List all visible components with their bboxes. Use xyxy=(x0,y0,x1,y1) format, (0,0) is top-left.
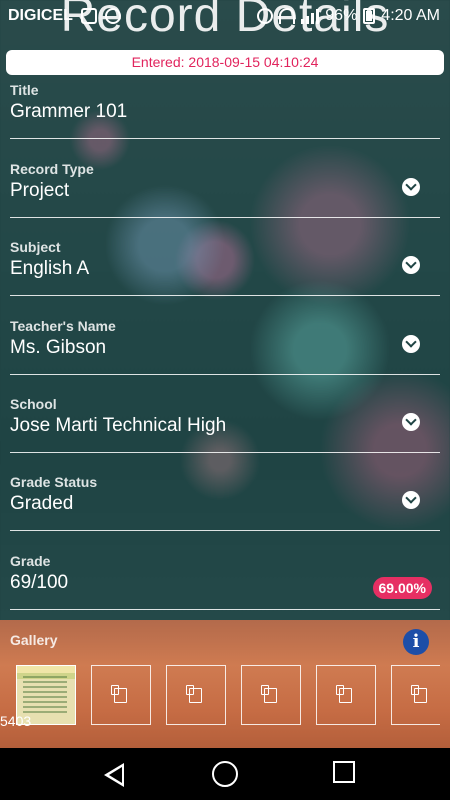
recent-apps-button[interactable] xyxy=(305,748,385,800)
gallery-add-attachment-slot[interactable] xyxy=(241,665,301,725)
title-field[interactable]: Title Grammer 101 xyxy=(10,82,440,139)
subject-dropdown[interactable]: Subject English A xyxy=(10,239,440,296)
gallery-label: Gallery xyxy=(10,632,58,648)
attachment-icon xyxy=(411,685,427,703)
chevron-down-icon[interactable] xyxy=(402,178,420,196)
attachment-icon xyxy=(261,685,277,703)
grade-percent-badge: 69.00% xyxy=(372,577,432,599)
chevron-down-icon[interactable] xyxy=(402,256,420,274)
entered-timestamp: Entered: 2018-09-15 04:10:24 xyxy=(6,50,444,75)
grade-field[interactable]: Grade 69/100 69.00% xyxy=(10,553,440,610)
field-label: Title xyxy=(10,82,39,98)
status-bar: DIGICEL 96% 4:20 AM xyxy=(0,0,450,32)
field-value[interactable]: 69/100 xyxy=(10,572,68,594)
gallery-notification-icon xyxy=(80,8,97,24)
chevron-down-icon[interactable] xyxy=(402,413,420,431)
info-icon[interactable]: i xyxy=(403,629,429,655)
field-label: Record Type xyxy=(10,161,94,177)
field-value[interactable]: Ms. Gibson xyxy=(10,337,106,359)
record-type-dropdown[interactable]: Record Type Project xyxy=(10,161,440,218)
attachment-icon xyxy=(336,685,352,703)
grade-status-dropdown[interactable]: Grade Status Graded xyxy=(10,474,440,531)
field-value[interactable]: Project xyxy=(10,180,69,202)
gallery-add-attachment-slot[interactable] xyxy=(166,665,226,725)
attachment-icon xyxy=(186,685,202,703)
field-label: Grade Status xyxy=(10,474,98,490)
alarm-icon xyxy=(257,8,274,24)
carrier-label: DIGICEL xyxy=(8,7,73,24)
gallery-add-attachment-slot[interactable] xyxy=(391,665,440,725)
field-label: School xyxy=(10,396,57,412)
field-value[interactable]: Graded xyxy=(10,493,73,515)
field-label: Grade xyxy=(10,553,51,569)
gallery-add-attachment-slot[interactable] xyxy=(316,665,376,725)
attachment-icon xyxy=(111,685,127,703)
gallery-strip[interactable] xyxy=(16,665,440,727)
field-label: Teacher's Name xyxy=(10,318,116,334)
clock: 4:20 AM xyxy=(381,7,440,24)
field-value[interactable]: Jose Marti Technical High xyxy=(10,415,226,437)
gallery-add-attachment-slot[interactable] xyxy=(91,665,151,725)
school-dropdown[interactable]: School Jose Marti Technical High xyxy=(10,396,440,453)
field-label: Subject xyxy=(10,239,61,255)
photo-content xyxy=(23,676,67,716)
battery-icon xyxy=(363,8,376,24)
navigation-bar xyxy=(0,748,450,800)
back-button[interactable] xyxy=(80,748,160,800)
back-icon xyxy=(104,763,124,787)
battery-percent: 96% xyxy=(325,7,358,24)
chevron-down-icon[interactable] xyxy=(402,335,420,353)
wifi-icon xyxy=(279,8,296,24)
field-value[interactable]: English A xyxy=(10,258,89,280)
signal-icon xyxy=(301,8,320,24)
teacher-name-dropdown[interactable]: Teacher's Name Ms. Gibson xyxy=(10,318,440,375)
recent-apps-icon xyxy=(333,761,355,783)
sync-notification-icon xyxy=(104,8,121,24)
home-icon xyxy=(212,761,238,787)
thumbnail-caption: 5403 xyxy=(0,713,32,729)
chevron-down-icon[interactable] xyxy=(402,491,420,509)
field-value[interactable]: Grammer 101 xyxy=(10,101,127,123)
home-button[interactable] xyxy=(185,748,265,800)
